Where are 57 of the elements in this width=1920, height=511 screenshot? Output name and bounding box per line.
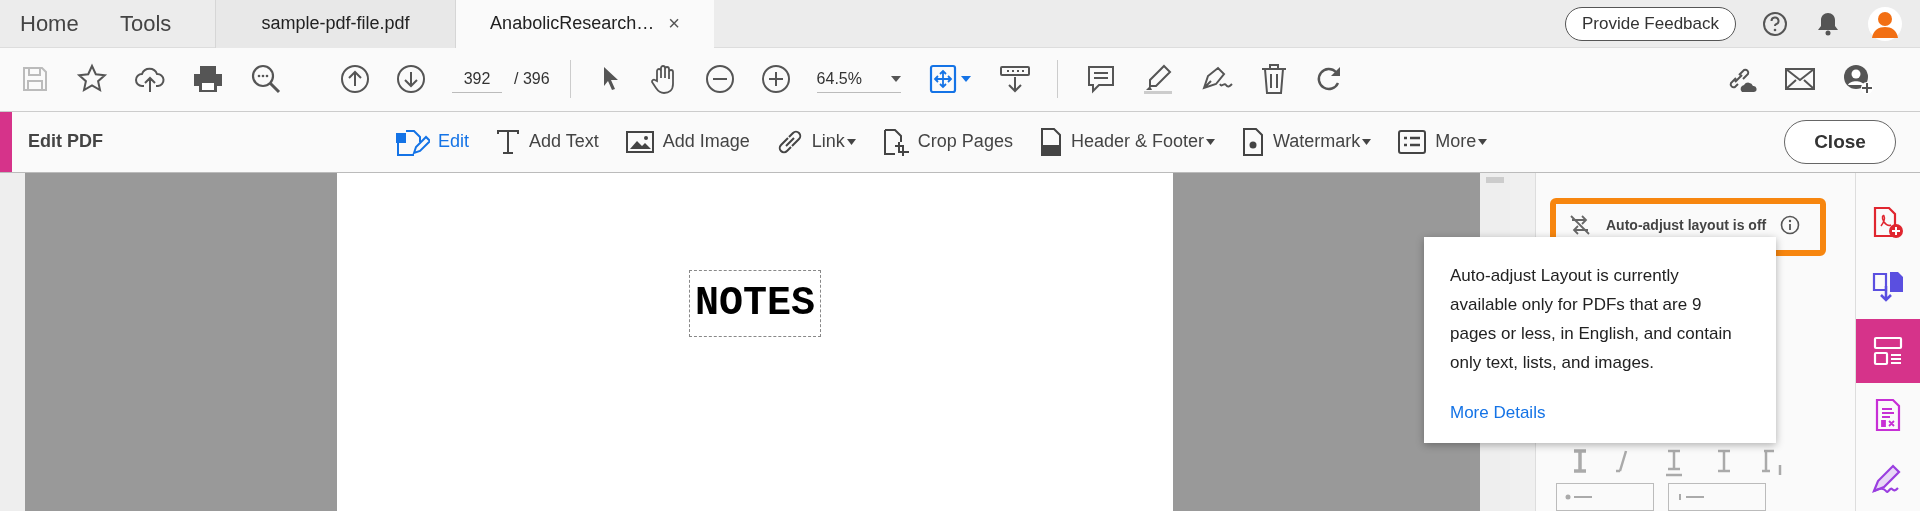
info-icon[interactable] [1780,215,1801,235]
document-tab[interactable]: AnabolicResearch… × [455,0,714,48]
zoom-out-icon[interactable] [704,64,735,95]
nav-link[interactable]: Home [0,10,120,37]
more-details-link[interactable]: More Details [1450,403,1546,423]
zoom-dropdown[interactable]: 64.5% [816,65,901,93]
close-icon[interactable]: × [668,12,680,35]
tool-title: Edit PDF [28,131,104,153]
print-icon[interactable] [192,64,224,95]
zoom-in-icon[interactable] [760,64,791,95]
scrollbar-thumb[interactable] [1486,177,1504,183]
previous-page-icon[interactable] [340,64,370,95]
edit-layout-icon [1872,335,1904,367]
search-icon[interactable] [250,63,282,96]
tool-rail-button[interactable] [1856,319,1920,383]
nav-link[interactable]: Tools [120,10,215,37]
bullet-list-icon [1565,494,1593,500]
numbered-list-icon [1677,494,1705,500]
popover-text: Auto-adjust Layout is currently available only for PDFs that are 9 pages or less, in English, and contain only text, lists, and images. [1450,265,1733,374]
feedback-button[interactable]: Provide Feedback [1564,6,1736,41]
comment-icon[interactable] [1085,64,1116,95]
document-tab[interactable]: sample-pdf-file.pdf [215,0,455,48]
export-pdf-icon [1870,270,1906,304]
edit-tool-button[interactable]: Add Image [624,128,750,155]
edit-tool-button[interactable]: Crop Pages [881,126,1013,157]
next-page-icon[interactable] [396,64,426,95]
close-button[interactable]: Close [1784,119,1896,164]
fit-page-icon[interactable] [928,64,973,95]
edit-tool-button[interactable]: Watermark [1241,126,1372,157]
mail-icon[interactable] [1784,66,1816,93]
layout-status: Auto-adjust layout is off [1606,217,1767,233]
edit-tool-button[interactable]: More [1397,128,1488,155]
form-icon [1874,398,1902,432]
crop-icon [881,126,910,157]
create-pdf-icon [1871,206,1905,240]
avatar-icon[interactable] [1868,6,1902,41]
document-heading[interactable]: NOTES [689,270,821,337]
caret-icon [890,75,901,82]
page-total: / 396 [514,70,550,89]
help-icon[interactable] [1762,10,1788,37]
auto-layout-off-icon [1568,214,1592,236]
edit-tool-button[interactable]: Add Text [495,127,599,156]
page-number-field[interactable]: 392 [452,65,502,93]
add-user-icon[interactable] [1842,63,1874,96]
image-icon [624,128,655,155]
trash-icon[interactable] [1259,63,1288,96]
edit-tool-button[interactable]: Header & Footer [1038,126,1215,157]
list-icon [1397,128,1428,155]
text-icon [495,127,522,156]
edit-tool-button[interactable]: Edit [394,126,470,157]
watermark-icon [1241,126,1265,157]
bell-icon[interactable] [1816,10,1840,37]
highlighter-icon[interactable] [1141,64,1174,95]
header-footer-icon [1038,126,1063,157]
edit-tool-button[interactable]: Link [775,127,856,156]
scroll-mode-icon[interactable] [998,64,1031,95]
accent-bar [0,111,12,172]
